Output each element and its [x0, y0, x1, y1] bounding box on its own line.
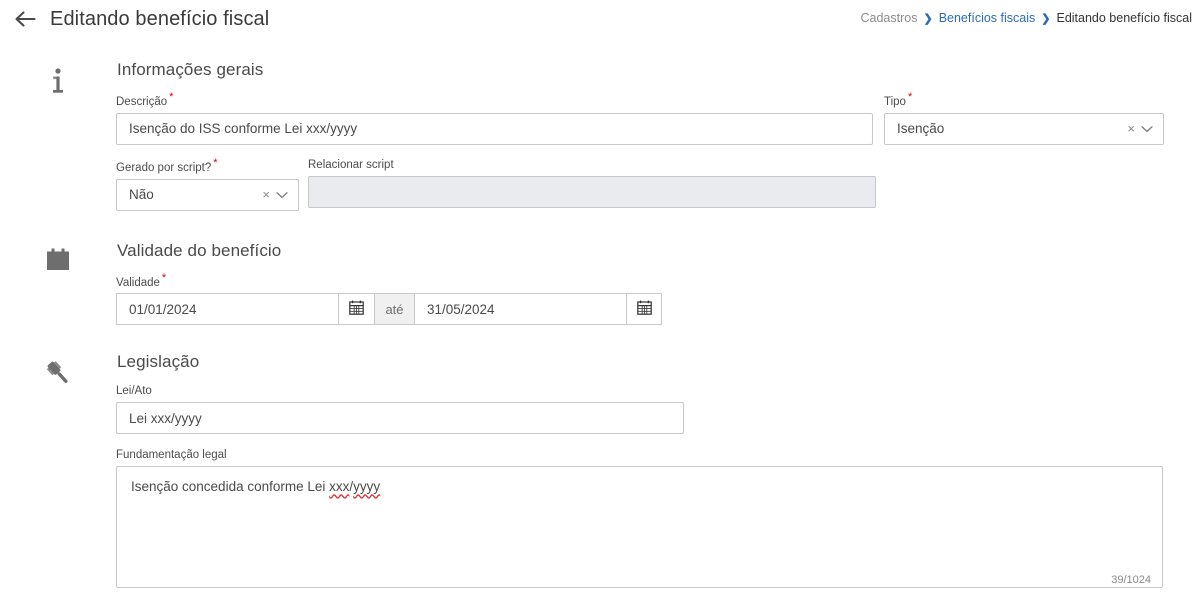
label-validade: Validade *: [116, 271, 1172, 290]
field-descricao: Descrição *: [116, 92, 873, 145]
section-informacoes-gerais: Informações gerais Descrição* Tipo* Isen…: [0, 60, 1192, 211]
fundamentacao-textarea-wrap: Isenção concedida conforme Lei xxx/yyyy …: [116, 466, 1163, 593]
validade-start-date-input[interactable]: [116, 293, 338, 326]
label-descricao-text: Descrição: [116, 95, 168, 108]
back-button[interactable]: [10, 4, 40, 34]
breadcrumb-item-current: Editando benefício fiscal: [1056, 11, 1192, 25]
validade-range-separator: até: [374, 293, 414, 326]
gerado-por-script-select[interactable]: Não ×: [116, 178, 299, 211]
field-lei-ato: Lei/Ato: [116, 384, 684, 435]
section-icon-wrap: [0, 60, 116, 101]
breadcrumb-separator-icon: ❯: [923, 12, 933, 25]
required-indicator-gerado-por-script: *: [213, 156, 218, 169]
breadcrumb: Cadastros ❯ Benefícios fiscais ❯ Editand…: [860, 11, 1192, 25]
field-relacionar-script: Relacionar script: [308, 158, 876, 208]
section-icon-wrap-legislacao: [0, 352, 116, 393]
chevron-down-icon[interactable]: [1141, 125, 1155, 133]
tipo-select[interactable]: Isenção ×: [884, 112, 1164, 145]
label-tipo-text: Tipo: [884, 95, 906, 108]
label-tipo: Tipo *: [884, 92, 1164, 109]
field-gerado-por-script: Gerado por script? * Não ×: [116, 156, 299, 211]
field-fundamentacao-legal: Fundamentação legal Isenção concedida co…: [116, 448, 1163, 593]
label-validade-text: Validade: [116, 276, 160, 289]
calendar-icon: [44, 247, 72, 280]
info-icon: [45, 66, 71, 101]
breadcrumb-item-cadastros[interactable]: Cadastros: [860, 11, 917, 25]
required-indicator-tipo: *: [907, 91, 913, 103]
fundamentacao-legal-textarea[interactable]: [116, 466, 1163, 589]
calendar-icon-end: [636, 300, 652, 318]
calendar-icon-start: [349, 300, 364, 318]
page-title: Editando benefício fiscal: [50, 7, 270, 30]
arrow-left-icon: [14, 10, 36, 28]
section-validade: Validade do benefício Validade * 01/01/2…: [0, 241, 1192, 326]
section-title-validade: Validade do benefício: [117, 240, 282, 260]
gerado-por-script-clear-icon[interactable]: ×: [256, 188, 276, 201]
validade-end-date-input[interactable]: [414, 293, 626, 326]
section-body-legislacao: Legislação Lei/Ato Fundamentação legal I…: [116, 352, 1192, 593]
breadcrumb-item-beneficios-fiscais[interactable]: Benefícios fiscais: [939, 11, 1036, 25]
validade-start-datepicker-button[interactable]: [338, 293, 374, 326]
label-gerado-por-script: Gerado por script? *: [116, 156, 299, 175]
gavel-icon: [43, 358, 73, 393]
gerado-por-script-selected-value: Não: [129, 187, 154, 203]
breadcrumb-separator-icon-2: ❯: [1041, 12, 1051, 25]
tipo-selected-value: Isenção: [897, 121, 945, 137]
descricao-input[interactable]: [116, 112, 873, 145]
page-header: Editando benefício fiscal Cadastros ❯ Be…: [0, 0, 1192, 38]
required-indicator-descricao: *: [169, 91, 174, 103]
validade-end-datepicker-button[interactable]: [626, 293, 662, 326]
section-icon-wrap-validade: [0, 241, 116, 280]
form-content: Informações gerais Descrição* Tipo* Isen…: [0, 60, 1192, 593]
label-fundamentacao-legal: Fundamentação legal: [116, 449, 227, 462]
section-body-informacoes-gerais: Informações gerais Descrição* Tipo* Isen…: [116, 60, 1192, 211]
label-relacionar-script: Relacionar script: [308, 158, 394, 171]
field-validade: Validade * 01/01/2024 até 31/05/2024: [116, 271, 1172, 326]
section-title-legislacao: Legislação: [117, 352, 200, 372]
label-gerado-por-script-text: Gerado por script?: [116, 161, 212, 174]
fundamentacao-character-counter: 39/1024: [1111, 574, 1151, 587]
tipo-clear-icon[interactable]: ×: [1121, 122, 1141, 135]
required-indicator-validade: *: [161, 271, 167, 284]
field-tipo: Tipo * Isenção ×: [884, 92, 1164, 145]
section-title-informacoes-gerais: Informações gerais: [117, 60, 264, 79]
validade-date-range: até: [116, 293, 1172, 326]
relacionar-script-input: [308, 175, 876, 208]
label-lei-ato: Lei/Ato: [116, 385, 152, 398]
label-descricao: Descrição *: [116, 92, 873, 109]
section-body-validade: Validade do benefício Validade * 01/01/2…: [116, 241, 1192, 326]
chevron-down-icon-2[interactable]: [276, 191, 290, 199]
lei-ato-input[interactable]: [116, 402, 684, 435]
section-legislacao: Legislação Lei/Ato Fundamentação legal I…: [0, 352, 1192, 593]
